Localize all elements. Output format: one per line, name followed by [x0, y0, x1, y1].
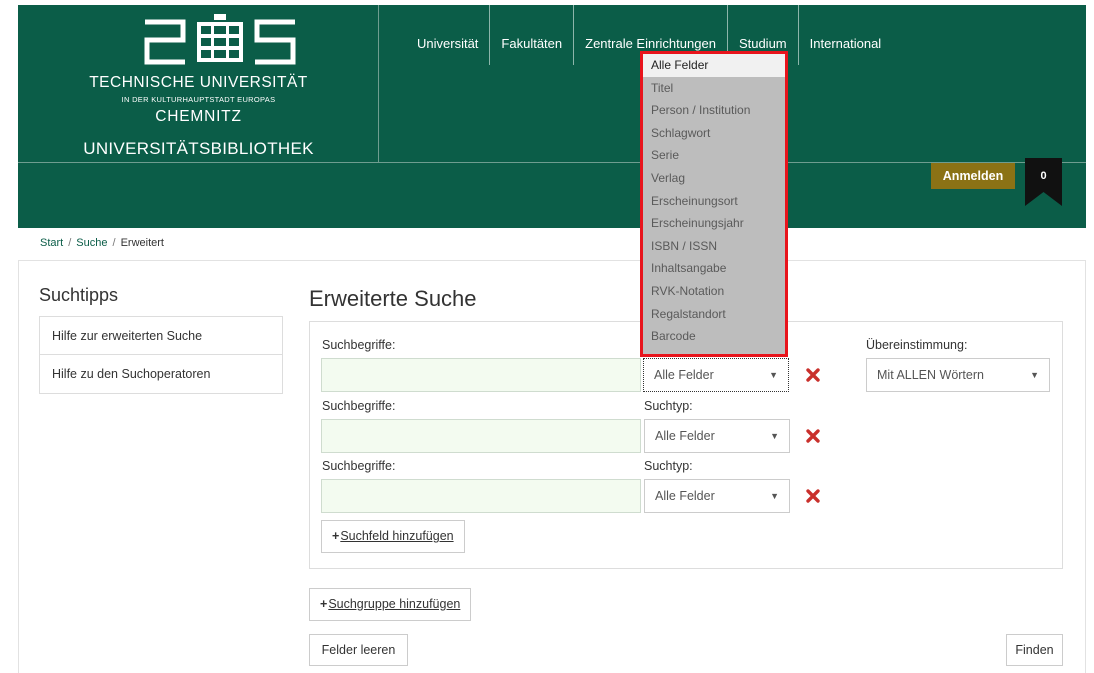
- bookmark-icon: [1025, 158, 1062, 206]
- nav-universitaet[interactable]: Universität: [396, 5, 491, 65]
- add-search-group-button[interactable]: +Suchgruppe hinzufügen: [309, 588, 471, 621]
- search-type-select-2[interactable]: Alle Felder ▼: [644, 419, 790, 453]
- search-type-label: Suchtyp:: [644, 459, 693, 473]
- library-name: UNIVERSITÄTSBIBLIOTHEK: [83, 139, 314, 158]
- add-search-field-button[interactable]: +Suchfeld hinzufügen: [321, 520, 465, 553]
- search-term-input-2[interactable]: [321, 419, 641, 453]
- search-type-label: Suchtyp:: [644, 399, 693, 413]
- nav-fakultaeten[interactable]: Fakultäten: [490, 5, 575, 65]
- match-label: Übereinstimmung:: [866, 338, 968, 352]
- breadcrumb-separator: /: [112, 237, 116, 249]
- remove-row-3-icon[interactable]: [805, 488, 821, 504]
- search-type-dropdown: Alle Felder Titel Person / Institution S…: [640, 51, 788, 357]
- dropdown-option-verlag[interactable]: Verlag: [643, 167, 785, 190]
- find-button[interactable]: Finden: [1006, 634, 1063, 666]
- dropdown-option-isbn-issn[interactable]: ISBN / ISSN: [643, 235, 785, 258]
- search-type-select-1[interactable]: Alle Felder ▼: [643, 358, 789, 392]
- dropdown-option-titel[interactable]: Titel: [643, 77, 785, 100]
- sidebar-list: Hilfe zur erweiterten Suche Hilfe zu den…: [39, 316, 283, 394]
- caret-down-icon: ▼: [769, 370, 778, 380]
- search-terms-label: Suchbegriffe:: [322, 338, 396, 352]
- tu-chemnitz-logo-icon: [144, 14, 296, 65]
- dropdown-option-inhaltsangabe[interactable]: Inhaltsangabe: [643, 257, 785, 280]
- clear-fields-button[interactable]: Felder leeren: [309, 634, 408, 666]
- dropdown-option-barcode[interactable]: Barcode: [643, 325, 785, 348]
- match-select-value: Mit ALLEN Wörtern: [877, 368, 984, 382]
- breadcrumb-current: Erweitert: [120, 237, 164, 249]
- caret-down-icon: ▼: [1030, 370, 1039, 380]
- search-type-value-2: Alle Felder: [655, 429, 715, 443]
- cart-badge[interactable]: 0: [1025, 158, 1062, 206]
- search-type-value-1: Alle Felder: [654, 368, 714, 382]
- university-logo[interactable]: TECHNISCHE UNIVERSITÄT IN DER KULTURHAUP…: [18, 5, 379, 162]
- dropdown-option-serie[interactable]: Serie: [643, 144, 785, 167]
- search-type-value-3: Alle Felder: [655, 489, 715, 503]
- logo-city: CHEMNITZ: [155, 108, 242, 125]
- plus-icon: +: [332, 529, 340, 543]
- site-header: TECHNISCHE UNIVERSITÄT IN DER KULTURHAUP…: [18, 5, 1086, 228]
- page-title: Erweiterte Suche: [309, 286, 477, 311]
- logo-subtitle: IN DER KULTURHAUPTSTADT EUROPAS: [121, 95, 276, 104]
- header-divider: [18, 162, 1086, 163]
- search-term-input-1[interactable]: [321, 358, 641, 392]
- dropdown-option-erscheinungsort[interactable]: Erscheinungsort: [643, 190, 785, 213]
- login-button[interactable]: Anmelden: [931, 163, 1015, 189]
- match-select[interactable]: Mit ALLEN Wörtern ▼: [866, 358, 1050, 392]
- dropdown-option-schlagwort[interactable]: Schlagwort: [643, 122, 785, 145]
- remove-row-1-icon[interactable]: [805, 367, 821, 383]
- search-terms-label: Suchbegriffe:: [322, 459, 396, 473]
- dropdown-option-regalstandort[interactable]: Regalstandort: [643, 303, 785, 326]
- dropdown-option-erscheinungsjahr[interactable]: Erscheinungsjahr: [643, 212, 785, 235]
- breadcrumb-separator: /: [68, 237, 72, 249]
- search-term-input-3[interactable]: [321, 479, 641, 513]
- dropdown-option-rvk-notation[interactable]: RVK-Notation: [643, 280, 785, 303]
- logo-title: TECHNISCHE UNIVERSITÄT: [89, 74, 308, 91]
- plus-icon: +: [320, 597, 328, 611]
- sidebar-item-help-search-operators[interactable]: Hilfe zu den Suchoperatoren: [40, 355, 282, 393]
- dropdown-option-alle-felder[interactable]: Alle Felder: [643, 54, 785, 77]
- breadcrumb: Start / Suche / Erweitert: [40, 237, 164, 249]
- sidebar-title: Suchtipps: [39, 285, 119, 305]
- caret-down-icon: ▼: [770, 431, 779, 441]
- dropdown-option-person-institution[interactable]: Person / Institution: [643, 99, 785, 122]
- remove-row-2-icon[interactable]: [805, 428, 821, 444]
- search-type-select-3[interactable]: Alle Felder ▼: [644, 479, 790, 513]
- breadcrumb-start[interactable]: Start: [40, 237, 63, 249]
- add-search-group-label: Suchgruppe hinzufügen: [328, 597, 461, 611]
- breadcrumb-suche[interactable]: Suche: [76, 237, 107, 249]
- caret-down-icon: ▼: [770, 491, 779, 501]
- add-search-field-label: Suchfeld hinzufügen: [340, 529, 454, 543]
- search-terms-label: Suchbegriffe:: [322, 399, 396, 413]
- cart-count: 0: [1040, 170, 1047, 182]
- sidebar-item-help-advanced-search[interactable]: Hilfe zur erweiterten Suche: [40, 317, 282, 355]
- nav-international[interactable]: International: [799, 5, 893, 65]
